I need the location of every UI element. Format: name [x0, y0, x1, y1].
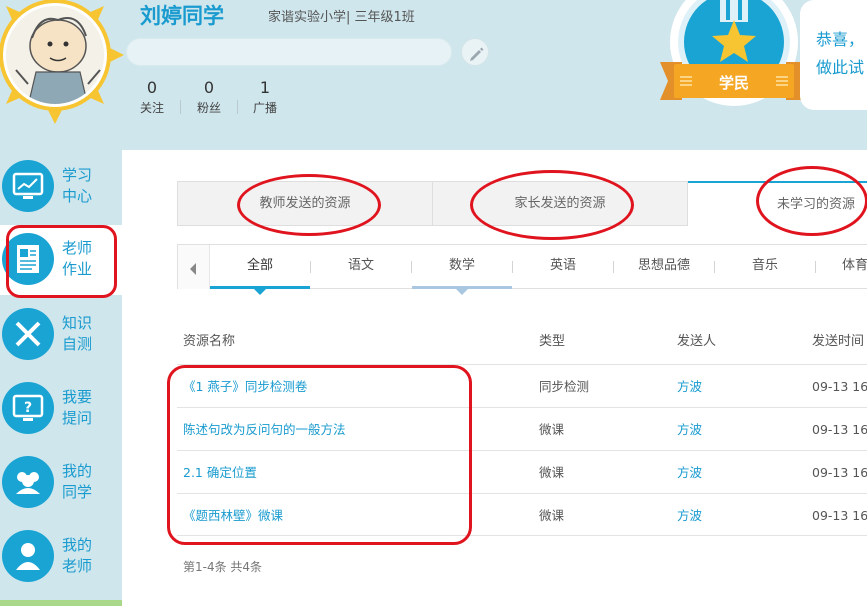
sidebar-item-self-test[interactable]: 知识自测 [0, 300, 122, 370]
resource-type: 微课 [539, 465, 565, 480]
user-name[interactable]: 刘婷同学 [140, 0, 224, 30]
stat-fans[interactable]: 0 粉丝 [179, 78, 239, 116]
column-header-name[interactable]: 资源名称 [183, 320, 235, 364]
tab-teacher-resources[interactable]: 教师发送的资源 [177, 181, 433, 226]
table-row: 《1 燕子》同步检测卷 同步检测 方波 09-13 16: [177, 364, 867, 407]
sidebar-nav: 学习中心 老师作业 知识自测 ? 我要提问 我的同学 我的老师 [0, 150, 122, 606]
broadcast-count: 1 [259, 78, 271, 97]
resource-tabs: 教师发送的资源 家长发送的资源 未学习的资源 [177, 181, 867, 226]
resource-name-link[interactable]: 陈述句改为反问句的一般方法 [183, 408, 346, 451]
sender-link[interactable]: 方波 [677, 365, 702, 408]
sidebar-item-label: 知识自测 [62, 314, 93, 353]
sidebar-item-label: 我的老师 [62, 536, 93, 575]
subject-filter-bar: 全部 语文 数学 英语 思想品德 音乐 体育 [177, 244, 867, 295]
sender-link[interactable]: 方波 [677, 494, 702, 537]
hover-caret [456, 289, 468, 295]
sidebar-item-label: 学习中心 [62, 166, 93, 205]
fans-label: 粉丝 [196, 101, 221, 115]
monitor-chart-icon [2, 160, 54, 212]
table-row: 《题西林壁》微课 微课 方波 09-13 16: [177, 493, 867, 536]
sidebar-footer-strip [0, 600, 122, 606]
pagination-summary: 第1-4条 共4条 [183, 560, 263, 574]
subject-tab-pe[interactable]: 体育 [816, 245, 867, 289]
resource-type: 微课 [539, 508, 565, 523]
badge-label: 学民 [718, 74, 749, 92]
profile-header: 刘婷同学 家谐实验小学| 三年级1班 0 关注 0 粉丝 1 广播 学民 恭喜，… [0, 0, 867, 150]
signature-input[interactable] [126, 38, 452, 66]
send-time: 09-13 16: [812, 508, 867, 523]
stat-broadcast[interactable]: 1 广播 [235, 78, 295, 116]
scroll-left-button[interactable] [178, 245, 210, 289]
sidebar-item-study-center[interactable]: 学习中心 [0, 152, 122, 222]
subject-tab-math[interactable]: 数学 [412, 245, 512, 295]
stat-following[interactable]: 0 关注 [122, 78, 182, 116]
edit-signature-button[interactable] [461, 38, 489, 66]
table-row: 2.1 确定位置 微课 方波 09-13 16: [177, 450, 867, 493]
resource-name-link[interactable]: 《题西林壁》微课 [183, 494, 283, 537]
resource-type: 同步检测 [539, 379, 590, 394]
active-caret [254, 289, 266, 295]
following-count: 0 [146, 78, 158, 97]
send-time: 09-13 16: [812, 422, 867, 437]
sidebar-item-label: 我要提问 [62, 388, 93, 427]
congrats-line-2[interactable]: 做此试 [816, 54, 864, 78]
tab-parent-resources[interactable]: 家长发送的资源 [432, 181, 688, 226]
sidebar-item-ask-question[interactable]: ? 我要提问 [0, 374, 122, 444]
subject-tab-english[interactable]: 英语 [513, 245, 613, 289]
subject-tab-chinese[interactable]: 语文 [311, 245, 411, 289]
column-header-time[interactable]: 发送时间 [812, 320, 864, 364]
column-header-sender[interactable]: 发送人 [677, 320, 716, 364]
svg-text:?: ? [24, 400, 32, 416]
subject-tab-all[interactable]: 全部 [210, 245, 310, 295]
avatar[interactable] [3, 3, 107, 107]
table-row: 陈述句改为反问句的一般方法 微课 方波 09-13 16: [177, 407, 867, 450]
subject-tab-label: 数学 [448, 258, 475, 273]
broadcast-label: 广播 [252, 101, 277, 115]
teacher-icon [2, 530, 54, 582]
sidebar-item-teacher-homework[interactable]: 老师作业 [0, 225, 122, 295]
pencil-icon [470, 47, 484, 61]
fans-count: 0 [203, 78, 215, 97]
sender-link[interactable]: 方波 [677, 408, 702, 451]
following-label: 关注 [139, 101, 164, 115]
level-badge[interactable]: 学民 [652, 0, 822, 110]
column-header-type[interactable]: 类型 [539, 320, 565, 364]
pencil-ruler-icon [2, 308, 54, 360]
school-class: 家谐实验小学| 三年级1班 [268, 10, 415, 25]
sidebar-item-label: 老师作业 [62, 239, 93, 278]
resource-name-link[interactable]: 《1 燕子》同步检测卷 [183, 365, 307, 408]
congrats-line-1: 恭喜， [816, 30, 865, 49]
avatar-frame [0, 0, 124, 124]
question-screen-icon: ? [2, 382, 54, 434]
subject-tab-morality[interactable]: 思想品德 [614, 245, 714, 289]
tab-unlearned-resources[interactable]: 未学习的资源 [688, 181, 867, 226]
group-icon [2, 456, 54, 508]
document-icon [2, 233, 54, 285]
resource-type: 微课 [539, 422, 565, 437]
sidebar-item-label: 我的同学 [62, 462, 93, 501]
resource-name-link[interactable]: 2.1 确定位置 [183, 451, 257, 494]
send-time: 09-13 16: [812, 379, 867, 394]
sidebar-item-classmates[interactable]: 我的同学 [0, 448, 122, 518]
sender-link[interactable]: 方波 [677, 451, 702, 494]
subject-tab-music[interactable]: 音乐 [715, 245, 815, 289]
triangle-left-icon [190, 263, 196, 275]
send-time: 09-13 16: [812, 465, 867, 480]
subject-tab-label: 全部 [246, 258, 273, 273]
congrats-panel: 恭喜， 做此试 [800, 0, 867, 110]
sidebar-item-teachers[interactable]: 我的老师 [0, 522, 122, 592]
medal-icon [660, 0, 808, 106]
